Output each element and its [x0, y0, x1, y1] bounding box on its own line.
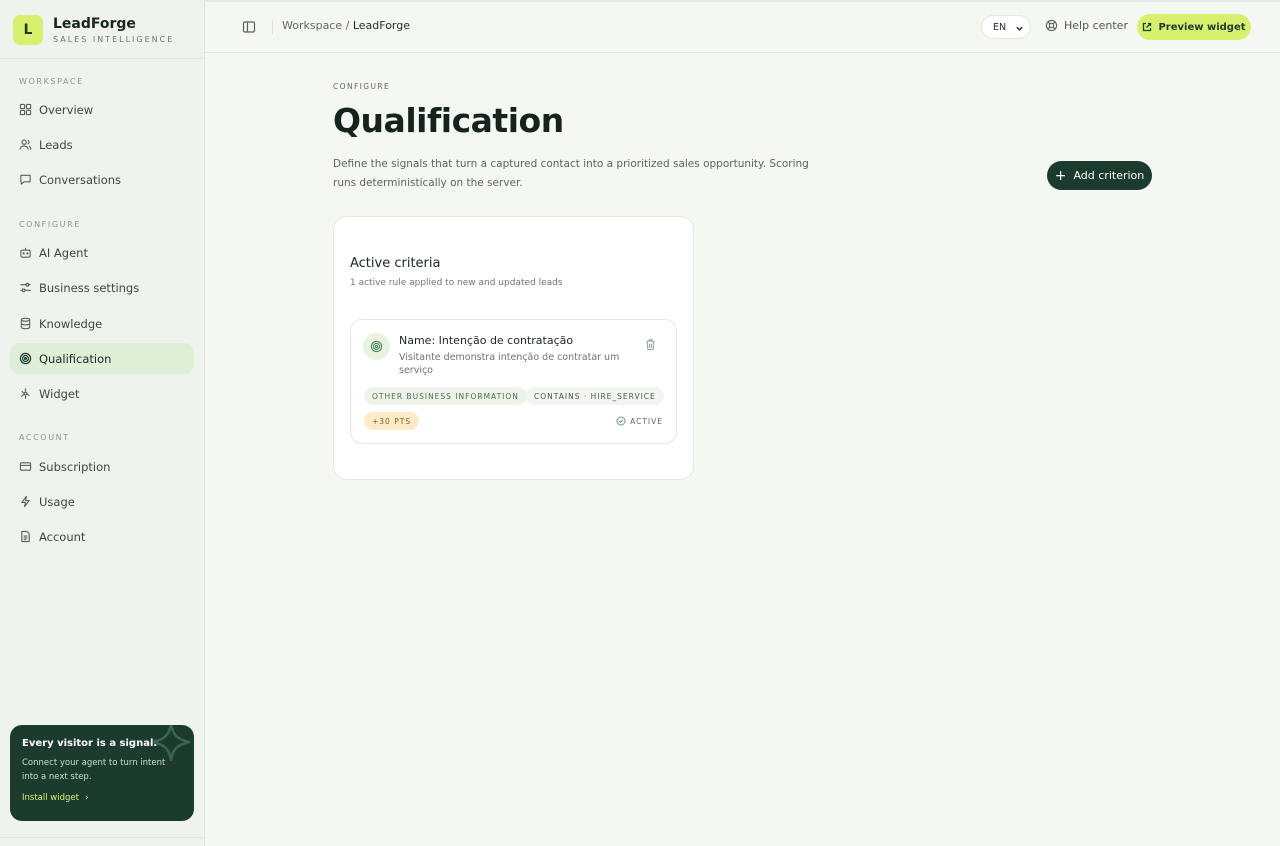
- breadcrumb: Workspace / LeadForge: [282, 19, 410, 32]
- top-bar: Workspace / LeadForge EN Help center Pre…: [205, 0, 1280, 53]
- status-badge: ACTIVE: [616, 416, 663, 426]
- sidebar-item-subscription[interactable]: Subscription: [10, 451, 194, 482]
- page-eyebrow: CONFIGURE: [333, 82, 391, 91]
- status-label: ACTIVE: [630, 416, 663, 426]
- grid-icon: [19, 103, 32, 116]
- rule-tag: CONTAINS · HIRE_SERVICE: [526, 387, 664, 405]
- target-icon: [19, 352, 32, 365]
- nav-section-workspace: WORKSPACE: [19, 77, 84, 86]
- language-value: EN: [993, 21, 1007, 33]
- add-criterion-button[interactable]: + Add criterion: [1047, 161, 1152, 190]
- sidebar-item-label: Knowledge: [39, 316, 103, 331]
- users-icon: [19, 138, 32, 151]
- plus-icon: +: [1054, 167, 1067, 184]
- sparkle-icon: [151, 725, 191, 762]
- brand[interactable]: L LeadForge SALES INTELLIGENCE: [13, 15, 174, 45]
- points-badge: +30 PTS: [364, 412, 420, 430]
- external-link-icon: [1143, 22, 1152, 32]
- sidebar-item-conversations[interactable]: Conversations: [10, 164, 194, 195]
- brand-name: LeadForge: [53, 16, 136, 32]
- field-tag: OTHER BUSINESS INFORMATION: [364, 387, 527, 405]
- page-title: Qualification: [333, 101, 564, 140]
- preview-widget-button[interactable]: Preview widget: [1137, 14, 1251, 40]
- chat-icon: [19, 173, 32, 186]
- divider: [272, 20, 273, 34]
- trash-icon[interactable]: [644, 338, 657, 351]
- sidebar-toggle-icon[interactable]: [242, 20, 256, 34]
- brand-logo: L: [13, 15, 43, 45]
- card-subtitle: 1 active rule applied to new and updated…: [350, 278, 563, 288]
- sidebar-item-label: Account: [39, 529, 86, 544]
- sidebar-item-label: AI Agent: [39, 245, 88, 260]
- preview-widget-label: Preview widget: [1158, 21, 1246, 33]
- install-widget-label: Install widget: [22, 793, 79, 803]
- card-icon: [19, 460, 32, 473]
- nav-section-configure: CONFIGURE: [19, 220, 81, 229]
- breadcrumb-current: LeadForge: [352, 19, 410, 32]
- nav-section-account: ACCOUNT: [19, 433, 70, 442]
- database-icon: [19, 317, 32, 330]
- criterion-item[interactable]: Name: Intenção de contratação Visitante …: [350, 319, 677, 444]
- install-widget-link[interactable]: Install widget ›: [22, 793, 182, 803]
- help-center-label: Help center: [1064, 19, 1128, 32]
- check-circle-icon: [616, 416, 626, 426]
- divider: [0, 58, 204, 59]
- target-icon: [363, 333, 390, 360]
- add-criterion-label: Add criterion: [1073, 169, 1145, 182]
- sliders-icon: [19, 281, 32, 294]
- document-icon: [19, 530, 32, 543]
- language-select[interactable]: EN: [981, 15, 1031, 39]
- sidebar-item-label: Qualification: [39, 351, 112, 366]
- sidebar-item-qualification[interactable]: Qualification: [10, 343, 194, 374]
- card-title: Active criteria: [350, 256, 441, 271]
- sidebar-item-label: Widget: [39, 386, 80, 401]
- sidebar-item-label: Overview: [39, 102, 94, 117]
- help-center-link[interactable]: Help center: [1045, 19, 1128, 32]
- breadcrumb-separator: /: [342, 19, 353, 32]
- sidebar-item-label: Business settings: [39, 280, 140, 295]
- widget-icon: [19, 387, 32, 400]
- sidebar-item-knowledge[interactable]: Knowledge: [10, 308, 194, 339]
- sidebar-item-overview[interactable]: Overview: [10, 94, 194, 125]
- sidebar: L LeadForge SALES INTELLIGENCE WORKSPACE…: [0, 0, 205, 846]
- chevron-right-icon: ›: [84, 793, 89, 803]
- sidebar-item-label: Leads: [39, 137, 73, 152]
- chevron-down-icon: [1016, 26, 1023, 31]
- page-description: Define the signals that turn a captured …: [333, 158, 809, 189]
- sidebar-item-business-settings[interactable]: Business settings: [10, 272, 194, 303]
- sidebar-item-ai-agent[interactable]: AI Agent: [10, 237, 194, 268]
- lifebuoy-icon: [1045, 19, 1058, 32]
- bot-icon: [19, 246, 32, 259]
- sidebar-item-label: Usage: [39, 494, 75, 509]
- sidebar-item-label: Conversations: [39, 172, 122, 187]
- sidebar-item-leads[interactable]: Leads: [10, 129, 194, 160]
- divider: [0, 837, 204, 838]
- sidebar-item-usage[interactable]: Usage: [10, 486, 194, 517]
- sidebar-item-account[interactable]: Account: [10, 521, 194, 552]
- sidebar-item-widget[interactable]: Widget: [10, 378, 194, 409]
- bolt-icon: [19, 495, 32, 508]
- sidebar-item-label: Subscription: [39, 459, 111, 474]
- breadcrumb-root[interactable]: Workspace: [282, 19, 342, 32]
- promo-card: Every visitor is a signal. Connect your …: [10, 725, 194, 821]
- brand-tagline: SALES INTELLIGENCE: [53, 35, 175, 44]
- active-criteria-card: Active criteria 1 active rule applied to…: [333, 216, 694, 480]
- criterion-name: Name: Intenção de contratação: [399, 334, 574, 347]
- criterion-description: Visitante demonstra intenção de contrata…: [399, 352, 620, 376]
